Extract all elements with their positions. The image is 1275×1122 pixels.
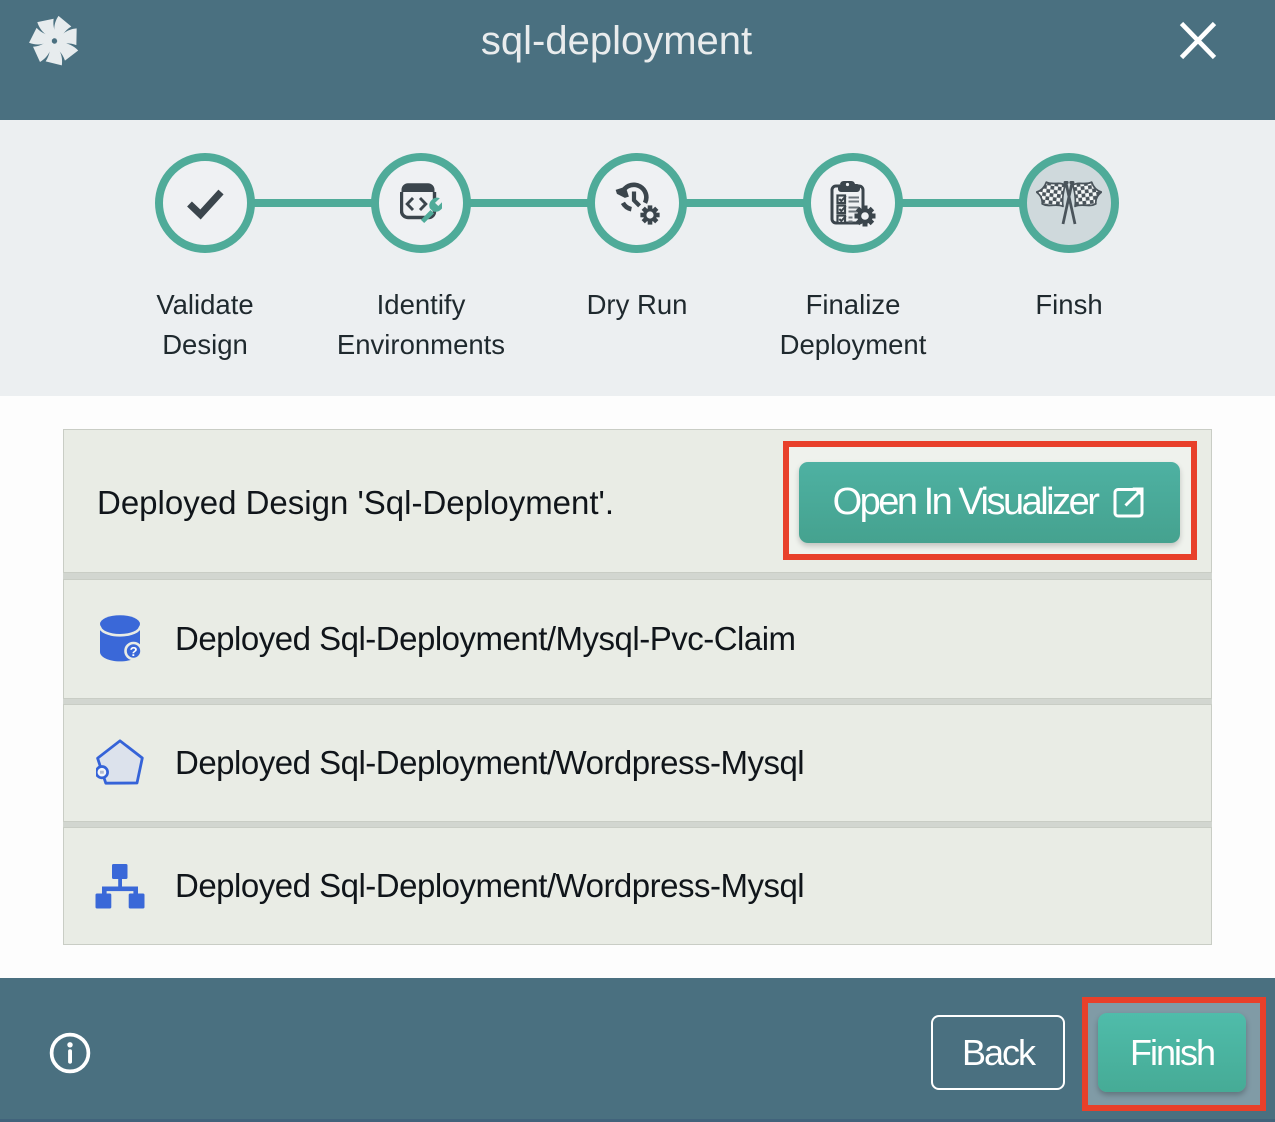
svg-text:?: ? — [130, 644, 138, 659]
